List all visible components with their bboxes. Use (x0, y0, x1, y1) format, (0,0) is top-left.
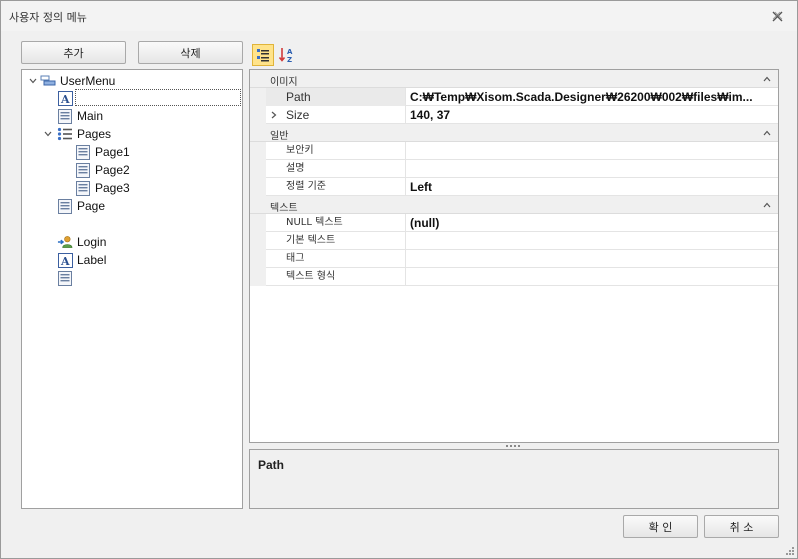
prop-row-text-format[interactable]: 텍스트 형식 (250, 268, 778, 286)
close-icon (772, 11, 782, 21)
tree-item-label[interactable]: A Label (57, 251, 106, 269)
row-gutter (250, 106, 266, 124)
page-icon (57, 198, 73, 214)
sort-az-icon: A Z (278, 48, 293, 64)
tree-item-page2[interactable]: Page2 (75, 161, 130, 179)
page-icon (75, 180, 91, 196)
prop-row-alignment[interactable]: 정렬 기준 Left (250, 178, 778, 196)
list-icon (57, 126, 73, 142)
login-icon (57, 234, 73, 250)
category-general[interactable]: 일반 (250, 124, 778, 142)
chevron-right-icon[interactable] (269, 106, 279, 124)
tree-item-login[interactable]: Login (57, 233, 106, 251)
page-icon (57, 108, 73, 124)
prop-row-default-text[interactable]: 기본 텍스트 (250, 232, 778, 250)
prop-row-description[interactable]: 설명 (250, 160, 778, 178)
prop-row-null-text[interactable]: NULL 텍스트 (null) (250, 214, 778, 232)
add-button[interactable]: 추가 (21, 41, 126, 64)
prop-row-tag[interactable]: 태그 (250, 250, 778, 268)
page-icon (75, 162, 91, 178)
chevron-up-icon[interactable] (761, 199, 773, 211)
delete-button[interactable]: 삭제 (138, 41, 243, 64)
category-text[interactable]: 텍스트 (250, 196, 778, 214)
description-title: Path (258, 458, 285, 472)
row-gutter (250, 214, 266, 232)
menu-tree[interactable]: UserMenu (21, 69, 243, 509)
row-gutter (250, 232, 266, 250)
row-gutter (250, 160, 266, 178)
tree-item-pages[interactable]: Pages (57, 125, 111, 143)
description-panel: Path (249, 449, 779, 509)
categorized-view-button[interactable] (252, 44, 274, 66)
property-grid[interactable]: 이미지 Path C:₩Temp₩Xisom.Scada.Designer₩26… (249, 69, 779, 443)
row-gutter (250, 178, 266, 196)
row-gutter (250, 88, 266, 106)
resize-grip-icon[interactable] (784, 545, 795, 556)
menu-root-icon (40, 73, 56, 89)
tree-item-main[interactable]: Main (57, 107, 103, 125)
prop-row-path[interactable]: Path C:₩Temp₩Xisom.Scada.Designer₩26200₩… (250, 88, 778, 106)
close-button[interactable] (767, 7, 787, 25)
collapse-chevron[interactable] (28, 72, 38, 90)
row-gutter (250, 142, 266, 160)
svg-text:A: A (60, 255, 70, 268)
tree-item-page[interactable]: Page (57, 197, 105, 215)
categorized-icon (257, 49, 269, 62)
alphabetical-view-button[interactable]: A Z (276, 44, 298, 66)
row-gutter (250, 268, 266, 286)
row-gutter (250, 250, 266, 268)
chevron-down-icon (44, 131, 52, 137)
category-image[interactable]: 이미지 (250, 70, 778, 88)
chevron-down-icon (29, 78, 37, 84)
page-icon (57, 270, 73, 286)
window-title: 사용자 정의 메뉴 (9, 11, 87, 24)
svg-text:Z: Z (287, 56, 292, 64)
tree-item-label-editor[interactable] (75, 89, 241, 106)
tree-item-page1[interactable]: Page1 (75, 143, 130, 161)
page-icon (75, 144, 91, 160)
chevron-up-icon[interactable] (761, 127, 773, 139)
tree-item-page3[interactable]: Page3 (75, 179, 130, 197)
tree-root-usermenu[interactable]: UserMenu (40, 72, 115, 90)
tree-item-blank-page[interactable] (57, 269, 77, 287)
custom-menu-dialog: 사용자 정의 메뉴 추가 삭제 A Z UserMenu A Main Page… (0, 0, 798, 559)
prop-row-size[interactable]: Size 140, 37 (250, 106, 778, 124)
text-a-icon: A (57, 252, 73, 268)
ok-button[interactable]: 확 인 (623, 515, 698, 538)
pages-collapse-chevron[interactable] (43, 125, 53, 143)
cancel-button[interactable]: 취 소 (704, 515, 779, 538)
chevron-up-icon[interactable] (761, 73, 773, 85)
text-a-icon: A (57, 90, 73, 106)
tree-item-text[interactable]: A (57, 89, 73, 107)
prop-row-security-key[interactable]: 보안키 (250, 142, 778, 160)
svg-text:A: A (60, 93, 70, 106)
title-bar: 사용자 정의 메뉴 (1, 1, 797, 31)
svg-text:A: A (287, 48, 293, 56)
